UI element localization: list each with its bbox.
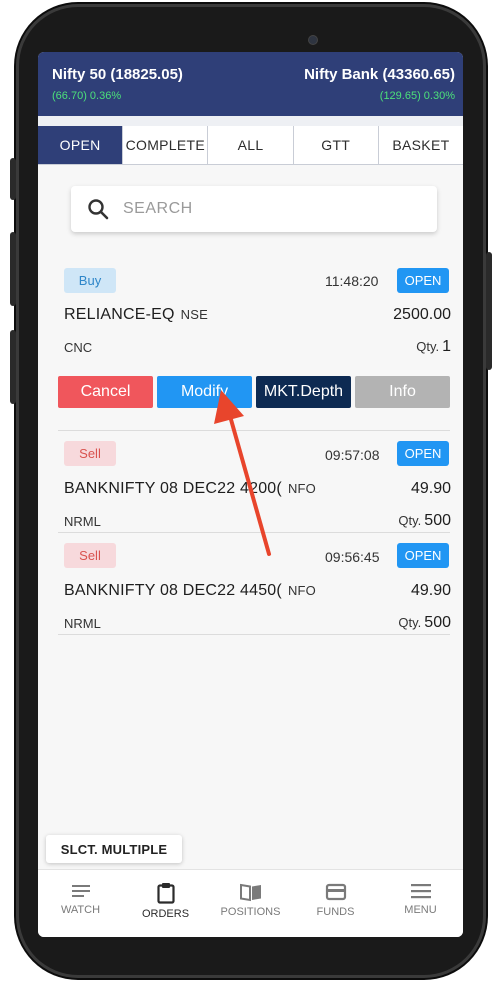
nav-funds[interactable]: FUNDS	[293, 870, 378, 937]
product-type: NRML	[64, 514, 101, 529]
tab-complete[interactable]: COMPLETE	[123, 126, 209, 164]
nav-label: ORDERS	[141, 908, 190, 920]
order-quantity: Qty. 500	[398, 512, 451, 530]
market-depth-button[interactable]: MKT.Depth	[256, 376, 351, 408]
qty-label: Qty.	[398, 615, 422, 630]
order-symbol: RELIANCE-EQ NSE	[64, 306, 208, 324]
order-price: 2500.00	[393, 306, 451, 323]
front-camera	[309, 36, 317, 44]
phone-volume-up-button	[10, 232, 16, 306]
tab-basket[interactable]: BASKET	[379, 126, 463, 164]
exchange-label: NFO	[287, 481, 316, 496]
phone-power-button	[486, 252, 492, 370]
order-time: 09:57:08	[325, 447, 380, 463]
product-type: CNC	[64, 340, 93, 355]
symbol-name: BANKNIFTY 08 DEC22 4450(	[64, 582, 282, 599]
product-type: NRML	[64, 616, 101, 631]
info-button[interactable]: Info	[355, 376, 450, 408]
nav-orders[interactable]: ORDERS	[123, 870, 208, 937]
search-box	[71, 186, 437, 232]
row-divider	[58, 634, 450, 635]
order-symbol: BANKNIFTY 08 DEC22 4200( NFO	[64, 480, 316, 498]
order-price: 49.90	[410, 480, 451, 497]
order-tabs: OPEN COMPLETE ALL GTT BASKET	[38, 126, 463, 165]
nifty-50-change: (66.70) 0.36%	[52, 90, 122, 102]
side-badge-buy: Buy	[64, 268, 116, 293]
qty-label: Qty.	[398, 513, 422, 528]
order-action-bar: Cancel Modify MKT.Depth Info	[58, 376, 450, 408]
side-badge-sell: Sell	[64, 441, 116, 466]
row-divider	[58, 532, 450, 533]
status-badge-open: OPEN	[397, 543, 449, 568]
order-card-banknifty-1[interactable]: Sell 09:57:08 OPEN BANKNIFTY 08 DEC22 42…	[38, 437, 463, 533]
cancel-button[interactable]: Cancel	[58, 376, 153, 408]
phone-volume-down-button	[10, 330, 16, 404]
nav-label: POSITIONS	[220, 906, 281, 918]
nav-label: WATCH	[60, 904, 101, 916]
order-symbol: BANKNIFTY 08 DEC22 4450( NFO	[64, 582, 316, 600]
order-card-banknifty-2[interactable]: Sell 09:56:45 OPEN BANKNIFTY 08 DEC22 44…	[38, 539, 463, 635]
index-ticker-bar: Nifty 50 (18825.05) (66.70) 0.36% Nifty …	[38, 52, 463, 116]
nav-watch[interactable]: WATCH	[38, 870, 123, 937]
select-multiple-button[interactable]: SLCT. MULTIPLE	[46, 835, 182, 863]
nifty-bank-value[interactable]: Nifty Bank (43360.65)	[304, 66, 455, 83]
order-card-reliance[interactable]: Buy 11:48:20 OPEN RELIANCE-EQ NSE 2500.00…	[38, 262, 463, 362]
phone-side-button	[10, 158, 16, 200]
search-input[interactable]	[121, 199, 415, 219]
symbol-name: BANKNIFTY 08 DEC22 4200(	[64, 480, 282, 497]
nifty-50-value[interactable]: Nifty 50 (18825.05)	[52, 66, 183, 83]
watch-list-icon	[71, 885, 90, 897]
tab-open[interactable]: OPEN	[38, 126, 124, 164]
order-price: 49.90	[410, 582, 451, 599]
order-time: 11:48:20	[325, 273, 379, 289]
tab-gtt[interactable]: GTT	[294, 126, 379, 164]
qty-label: Qty.	[416, 339, 440, 354]
row-divider	[58, 430, 450, 431]
wallet-card-icon	[325, 883, 346, 901]
nifty-bank-change: (129.65) 0.30%	[379, 90, 455, 102]
search-icon	[88, 199, 109, 220]
tab-all[interactable]: ALL	[208, 126, 294, 164]
nav-label: FUNDS	[316, 906, 355, 918]
symbol-name: RELIANCE-EQ	[64, 306, 175, 323]
order-time: 09:56:45	[325, 549, 380, 565]
book-icon	[239, 883, 261, 902]
status-badge-open: OPEN	[397, 268, 449, 293]
nav-label: MENU	[404, 904, 437, 916]
side-badge-sell: Sell	[64, 543, 116, 568]
hamburger-menu-icon	[410, 884, 431, 899]
exchange-label: NSE	[180, 307, 209, 322]
nav-menu[interactable]: MENU	[378, 870, 463, 937]
order-quantity: Qty. 1	[416, 338, 451, 356]
order-quantity: Qty. 500	[398, 614, 451, 632]
bottom-navigation: WATCH ORDERS POSITIONS FUNDS MENU	[38, 869, 463, 937]
nav-positions[interactable]: POSITIONS	[208, 870, 293, 937]
app-screen: Nifty 50 (18825.05) (66.70) 0.36% Nifty …	[38, 52, 463, 937]
modify-button[interactable]: Modify	[157, 376, 252, 408]
qty-value: 1	[442, 338, 451, 355]
status-badge-open: OPEN	[397, 441, 449, 466]
header-spacer	[38, 116, 463, 126]
qty-value: 500	[424, 614, 451, 631]
clipboard-icon	[156, 883, 175, 904]
qty-value: 500	[424, 512, 451, 529]
exchange-label: NFO	[287, 583, 316, 598]
